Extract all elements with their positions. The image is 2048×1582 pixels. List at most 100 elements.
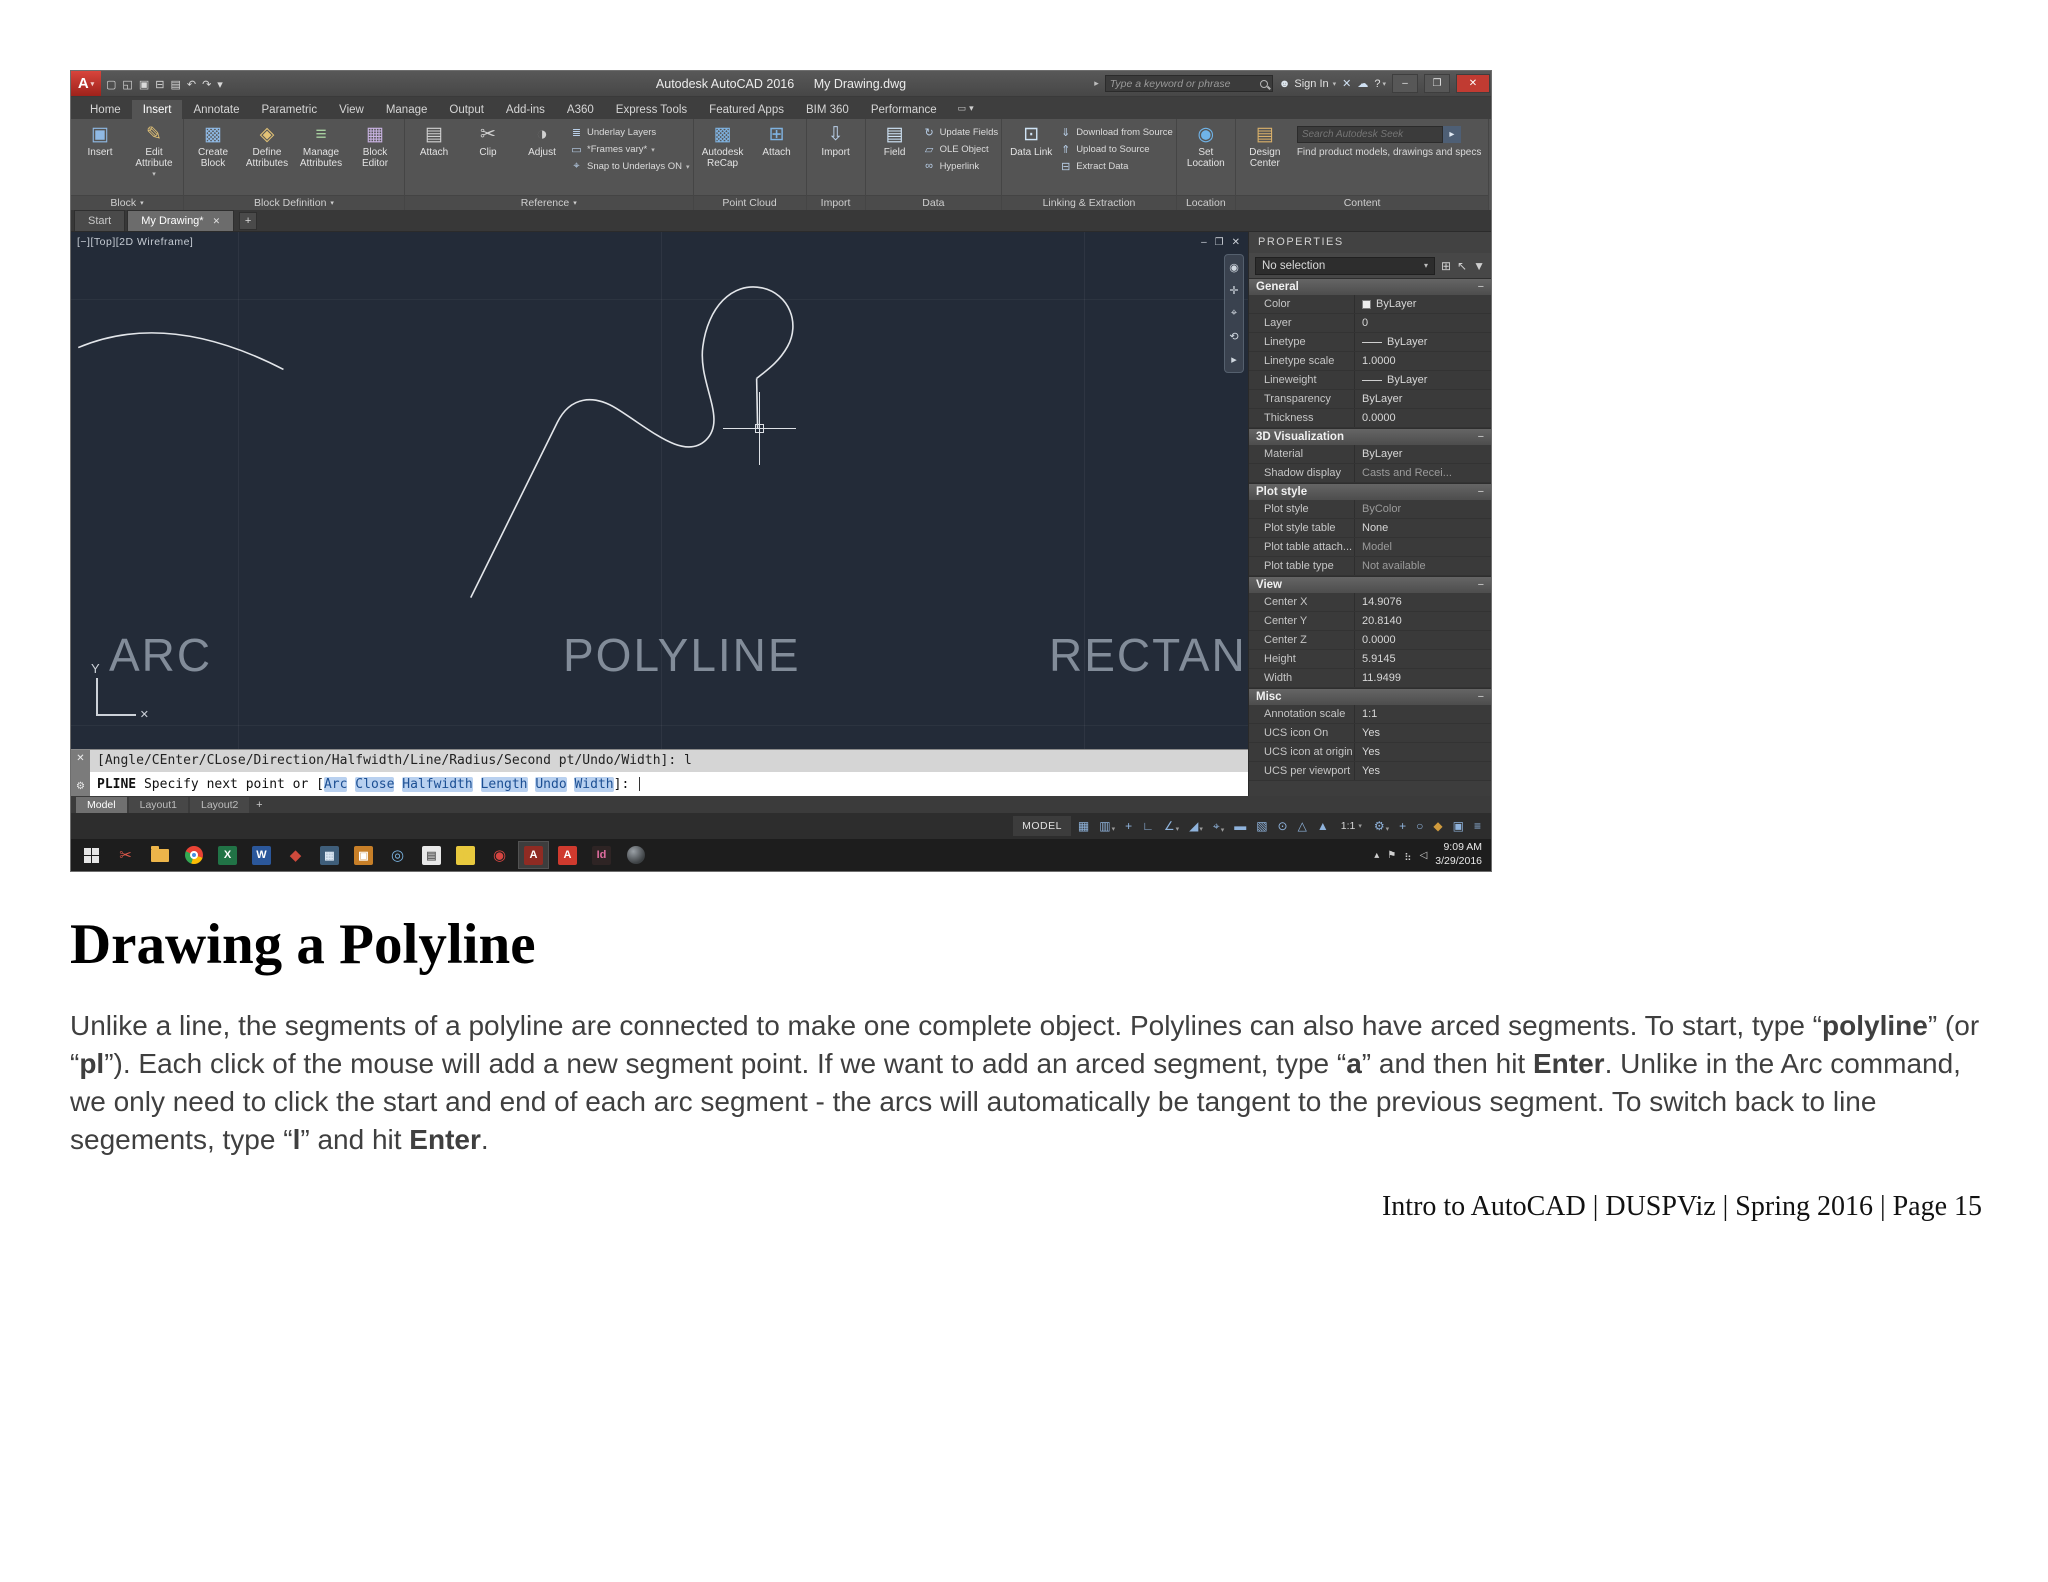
transparency-icon[interactable]: ▧ xyxy=(1253,817,1270,835)
wrench-icon[interactable]: ⚙ xyxy=(76,781,85,792)
chrome-icon[interactable] xyxy=(178,841,209,869)
showmotion-icon[interactable]: ▸ xyxy=(1231,353,1237,366)
quick-select-icon[interactable]: ▼ xyxy=(1473,259,1485,273)
property-row-linetype-scale[interactable]: Linetype scale1.0000 xyxy=(1249,352,1491,371)
clean-screen-icon[interactable]: ▣ xyxy=(1450,817,1467,835)
annotation-monitor-icon[interactable]: + xyxy=(1396,817,1409,835)
app-diamond-icon[interactable]: ◆ xyxy=(280,841,311,869)
navigation-wheel-icon[interactable]: ◉ xyxy=(1229,261,1239,274)
collapse-icon[interactable]: − xyxy=(1478,691,1484,703)
sign-in-button[interactable]: ☻ Sign In ▾ xyxy=(1279,78,1336,90)
map-pin-icon[interactable]: ◉ xyxy=(484,841,515,869)
property-row-color[interactable]: ColorByLayer xyxy=(1249,295,1491,314)
property-row-plot-table-attach[interactable]: Plot table attach...Model xyxy=(1249,538,1491,557)
property-row-width[interactable]: Width11.9499 xyxy=(1249,669,1491,688)
ribbon-tab-output[interactable]: Output xyxy=(438,100,495,119)
file-explorer-icon[interactable] xyxy=(144,841,175,869)
panel-label-location[interactable]: Location xyxy=(1177,195,1235,210)
panel-label-block[interactable]: Block▾ xyxy=(71,195,183,210)
file-tab-start[interactable]: Start xyxy=(74,210,125,231)
update-fields-button[interactable]: ↻Update Fields xyxy=(923,126,999,139)
design-center-button[interactable]: ▤Design Center xyxy=(1239,121,1291,193)
set-location-button[interactable]: ◉Set Location xyxy=(1180,121,1232,193)
block-editor-button[interactable]: ▦Block Editor xyxy=(349,121,401,193)
edit-attribute-button[interactable]: ✎Edit Attribute▾ xyxy=(128,121,180,193)
plot-icon[interactable]: ⊟ xyxy=(152,79,167,91)
undo-icon[interactable]: ↶ xyxy=(184,79,199,91)
graphics-performance-icon[interactable]: ◆ xyxy=(1430,817,1445,835)
ribbon-tab-view[interactable]: View xyxy=(328,100,375,119)
property-row-center-z[interactable]: Center Z0.0000 xyxy=(1249,631,1491,650)
field-button[interactable]: ▤Field xyxy=(869,121,921,193)
new-file-icon[interactable]: ▢ xyxy=(103,79,119,91)
help-button[interactable]: ? ▾ xyxy=(1374,78,1386,90)
box-app-icon[interactable]: ▣ xyxy=(348,841,379,869)
tray-expand-icon[interactable]: ▴ xyxy=(1374,850,1379,861)
viewport-controls-label[interactable]: [−][Top][2D Wireframe] xyxy=(77,236,193,248)
volume-icon[interactable]: ◁ xyxy=(1420,850,1428,861)
ribbon-tab-a360[interactable]: A360 xyxy=(556,100,605,119)
pan-icon[interactable]: ✛ xyxy=(1229,284,1238,297)
collapse-icon[interactable]: − xyxy=(1478,486,1484,498)
ribbon-tab-add-ins[interactable]: Add-ins xyxy=(495,100,556,119)
polyline-entity[interactable] xyxy=(471,287,793,598)
save-icon[interactable]: ▣ xyxy=(136,79,152,91)
zoom-icon[interactable]: ⌖ xyxy=(1231,307,1237,320)
panel-label-reference[interactable]: Reference▾ xyxy=(405,195,693,210)
ribbon-tab-featured-apps[interactable]: Featured Apps xyxy=(698,100,795,119)
help-search-input[interactable] xyxy=(1110,78,1257,90)
section-header-plot-style[interactable]: Plot style− xyxy=(1249,483,1491,500)
panel-label-content[interactable]: Content xyxy=(1236,195,1489,210)
drawing-area[interactable]: [−][Top][2D Wireframe] – ❐ ✕ ◉✛⌖⟲▸ ARC P… xyxy=(71,232,1248,749)
tab-layout2[interactable]: Layout2 xyxy=(190,797,249,813)
command-option[interactable]: Length xyxy=(481,777,528,792)
indesign-icon[interactable]: Id xyxy=(586,841,617,869)
qat-customize-icon[interactable]: ▾ xyxy=(214,79,226,91)
close-button[interactable]: ✕ xyxy=(1456,74,1490,93)
section-header-3d-visualization[interactable]: 3D Visualization− xyxy=(1249,428,1491,445)
command-option[interactable]: Close xyxy=(355,777,394,792)
annotation-visibility-icon[interactable]: △ xyxy=(1295,817,1310,835)
notes-app-icon[interactable]: ▤ xyxy=(416,841,447,869)
command-option[interactable]: Halfwidth xyxy=(402,777,472,792)
property-row-plot-table-type[interactable]: Plot table typeNot available xyxy=(1249,557,1491,576)
viewport-close-icon[interactable]: ✕ xyxy=(1232,237,1240,248)
property-row-linetype[interactable]: LinetypeByLayer xyxy=(1249,333,1491,352)
restore-button[interactable]: ❐ xyxy=(1424,74,1450,93)
workspace-icon[interactable]: ⚙▾ xyxy=(1371,817,1392,835)
snipping-tool-icon[interactable]: ✂ xyxy=(110,841,141,869)
start-button[interactable] xyxy=(76,841,107,869)
new-drawing-tab-button[interactable]: + xyxy=(239,212,257,230)
section-header-view[interactable]: View− xyxy=(1249,576,1491,593)
pickadd-toggle-icon[interactable]: ⊞ xyxy=(1441,259,1451,273)
property-row-center-x[interactable]: Center X14.9076 xyxy=(1249,593,1491,612)
define-attributes-button[interactable]: ◈Define Attributes xyxy=(241,121,293,193)
dynamic-input-icon[interactable]: + xyxy=(1122,817,1135,835)
command-history[interactable]: [Angle/CEnter/CLose/Direction/Halfwidth/… xyxy=(90,750,1248,772)
ribbon-tab-parametric[interactable]: Parametric xyxy=(251,100,329,119)
command-option[interactable]: Arc xyxy=(324,777,347,792)
polar-tracking-icon[interactable]: ∠▾ xyxy=(1161,817,1182,835)
property-row-shadow-display[interactable]: Shadow displayCasts and Recei... xyxy=(1249,464,1491,483)
new-layout-button[interactable]: + xyxy=(251,797,267,813)
attach-button[interactable]: ▤Attach xyxy=(408,121,460,193)
panel-label-block-definition[interactable]: Block Definition▾ xyxy=(184,195,404,210)
property-row-ucs-per-viewport[interactable]: UCS per viewportYes xyxy=(1249,762,1491,781)
search-app-icon[interactable]: ◎ xyxy=(382,841,413,869)
ribbon-display-toggle[interactable]: ▭ ▾ xyxy=(958,103,974,119)
orbit-icon[interactable]: ⟲ xyxy=(1229,330,1238,343)
select-objects-icon[interactable]: ↖ xyxy=(1457,259,1467,273)
ribbon-tab-annotate[interactable]: Annotate xyxy=(182,100,250,119)
property-row-ucs-icon-on[interactable]: UCS icon OnYes xyxy=(1249,724,1491,743)
search-expand-icon[interactable]: ▸ xyxy=(1094,78,1099,89)
ribbon-tab-bim-360[interactable]: BIM 360 xyxy=(795,100,860,119)
property-row-plot-style-table[interactable]: Plot style tableNone xyxy=(1249,519,1491,538)
ole-object-button[interactable]: ▱OLE Object xyxy=(923,143,999,156)
create-block-button[interactable]: ▩Create Block xyxy=(187,121,239,193)
property-row-thickness[interactable]: Thickness0.0000 xyxy=(1249,409,1491,428)
file-tab-my-drawing[interactable]: My Drawing* ✕ xyxy=(127,210,234,231)
upload-to-source-button[interactable]: ⇑Upload to Source xyxy=(1059,143,1173,156)
extract-data-button[interactable]: ⊟Extract Data xyxy=(1059,160,1173,173)
redo-icon[interactable]: ↷ xyxy=(199,79,214,91)
isolate-objects-icon[interactable]: ○ xyxy=(1413,817,1426,835)
